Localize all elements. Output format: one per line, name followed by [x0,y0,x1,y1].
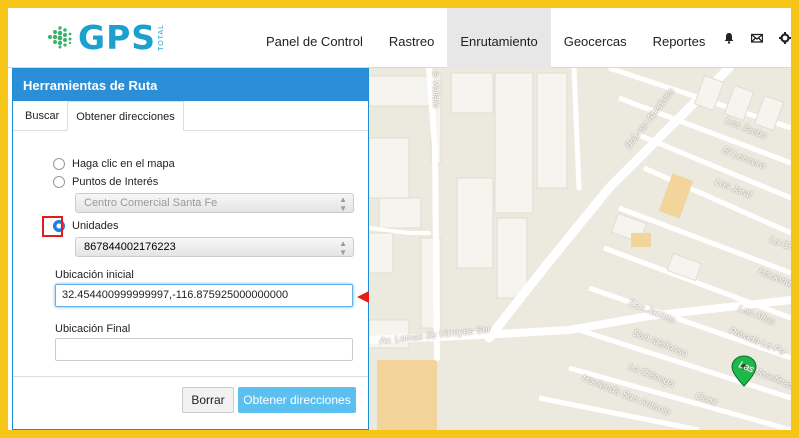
option-label: Puntos de Interés [72,176,159,188]
option-label: Haga clic en el mapa [72,158,175,170]
nav-rastreo[interactable]: Rastreo [376,8,448,68]
gear-icon[interactable] [779,32,791,44]
end-location-input[interactable] [55,338,353,361]
top-navbar: GPS TOTAL Panel de Control Rastreo Enrut… [8,8,791,68]
envelope-icon[interactable] [751,32,763,44]
nav-panel-de-control[interactable]: Panel de Control [253,8,376,68]
clear-button[interactable]: Borrar [182,387,234,413]
poi-select[interactable]: Centro Comercial Santa Fe ▲ ▼ [75,193,354,213]
nav-geocercas[interactable]: Geocercas [551,8,640,68]
end-location-label: Ubicación Final [55,323,131,335]
radio-map-click[interactable] [53,158,65,170]
nav-icon-group [723,32,791,44]
panel-title: Herramientas de Ruta [13,69,368,101]
logo-text: GPS [78,17,157,57]
nav-reportes[interactable]: Reportes [640,8,719,68]
logo-subtext: TOTAL [158,23,166,51]
map-view[interactable]: a Vallalo Bulevar Abedules Los Jaebo El … [369,68,791,430]
start-location-label: Ubicación inicial [55,269,134,281]
get-directions-button[interactable]: Obtener direcciones [238,387,356,413]
tab-obtener-direcciones[interactable]: Obtener direcciones [67,101,184,131]
select-arrows-icon: ▲ ▼ [339,195,347,213]
panel-divider [13,376,368,377]
main-nav: Panel de Control Rastreo Enrutamiento Ge… [253,8,718,68]
start-location-input[interactable]: 32.454400999999997,-116.875925000000000 [55,284,353,307]
poi-select-value: Centro Comercial Santa Fe [84,197,218,209]
globe-dots-icon [48,26,72,49]
option-label: Unidades [72,220,119,232]
option-poi[interactable]: Puntos de Interés [53,176,158,188]
bell-icon[interactable] [723,32,735,44]
nav-enrutamiento[interactable]: Enrutamiento [447,8,551,68]
street-label: a Vallalo [430,72,441,109]
annotation-highlight-box [42,216,63,237]
app-window: GPS TOTAL Panel de Control Rastreo Enrut… [8,8,791,430]
radio-poi[interactable] [53,176,65,188]
brand-logo[interactable]: GPS TOTAL [44,17,166,57]
unit-select-value: 867844002176223 [84,241,176,253]
panel-tabs: Buscar Obtener direcciones [13,101,368,131]
option-map-click[interactable]: Haga clic en el mapa [53,158,175,170]
select-arrows-icon: ▲ ▼ [339,239,347,257]
unit-select[interactable]: 867844002176223 ▲ ▼ [75,237,354,257]
route-tools-panel: Herramientas de Ruta Buscar Obtener dire… [12,68,369,430]
tab-buscar[interactable]: Buscar [17,101,67,130]
